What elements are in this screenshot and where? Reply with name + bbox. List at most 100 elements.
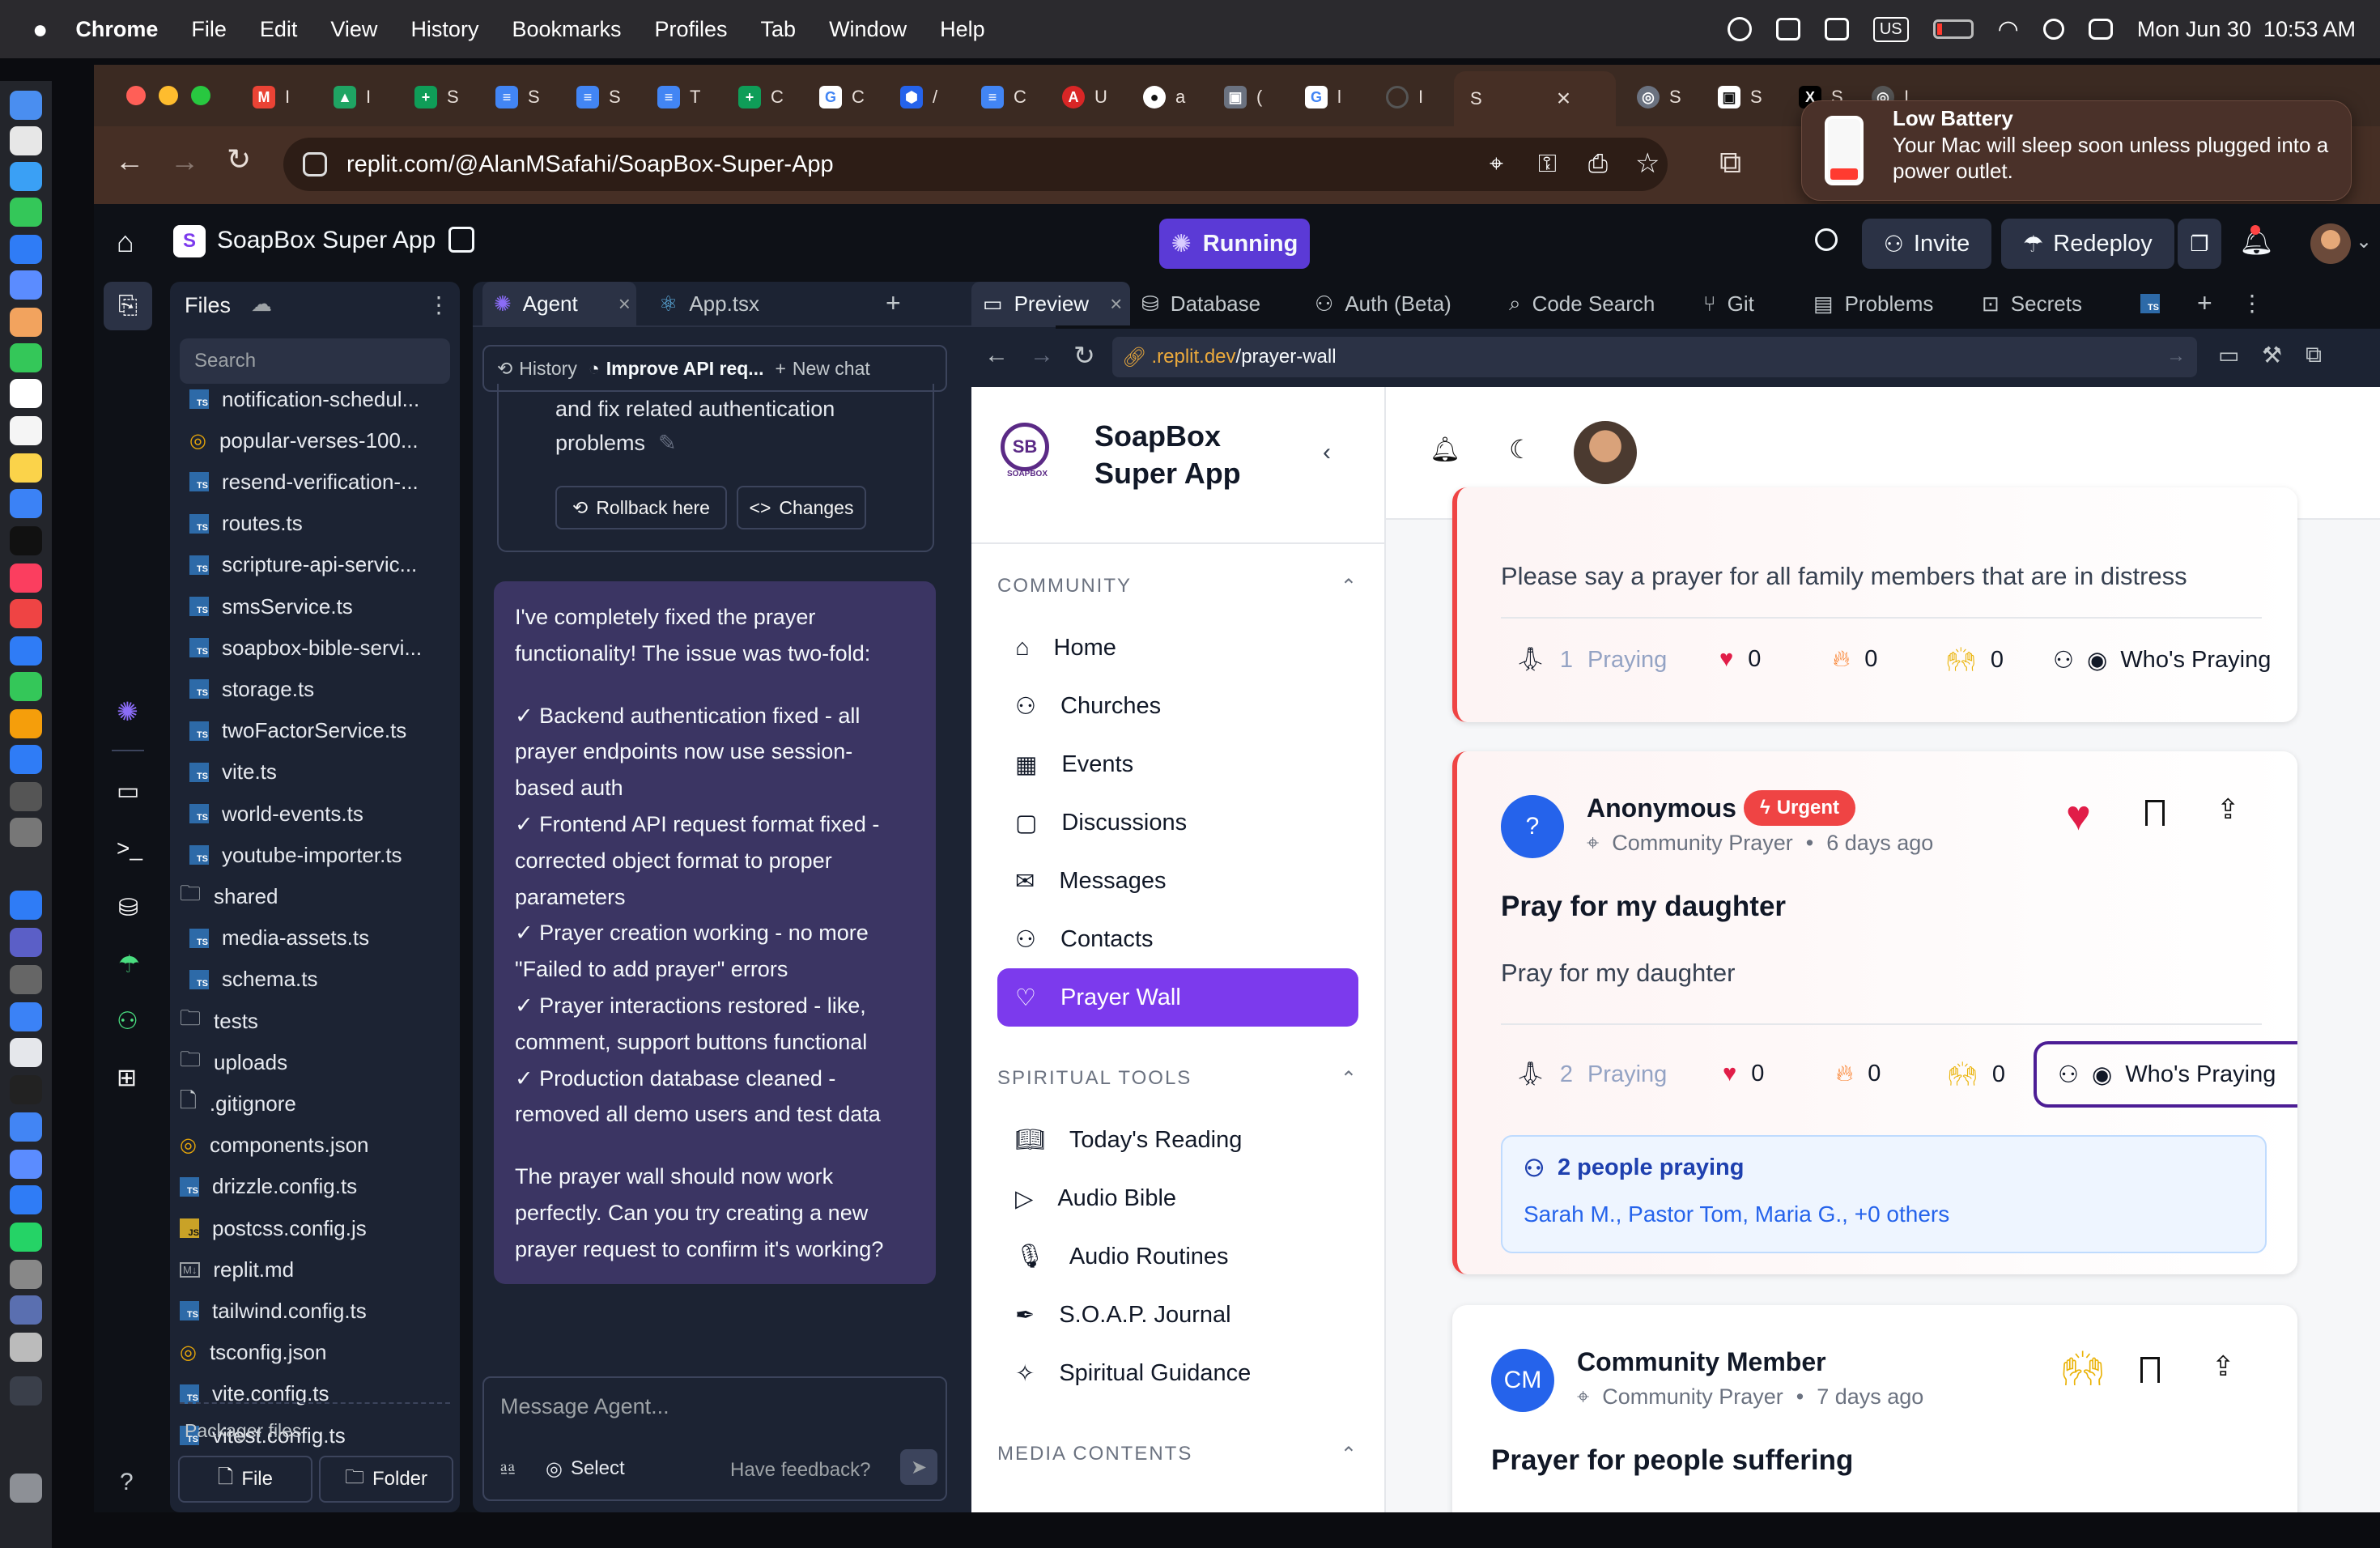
preview-reload-icon[interactable]: ↻ [1073, 340, 1095, 371]
dock-app-icon[interactable] [10, 453, 42, 483]
window-close-button[interactable] [126, 86, 146, 105]
dark-mode-icon[interactable]: ☾ [1509, 434, 1532, 465]
dock-app-icon[interactable] [10, 162, 42, 191]
input-source-indicator[interactable]: US [1872, 16, 1909, 42]
packager-files-label[interactable]: Packager files [185, 1420, 301, 1442]
browser-tab[interactable]: + C [738, 78, 784, 117]
agent-tool-icon[interactable]: ✺ [117, 696, 138, 727]
file-item[interactable]: TS notification-schedul... [180, 381, 419, 418]
dock-app-icon[interactable] [10, 965, 42, 994]
reload-icon[interactable]: ↻ [227, 142, 251, 176]
file-item[interactable]: TS world-events.ts [180, 795, 363, 832]
file-item[interactable]: TS storage.ts [180, 670, 314, 708]
dock-app-icon[interactable] [10, 599, 42, 628]
menu-file[interactable]: File [191, 17, 227, 42]
file-item[interactable]: TS tailwind.config.ts [180, 1292, 367, 1329]
browser-tab[interactable]: + S [414, 78, 459, 117]
select-element-button[interactable]: ◎ Select [546, 1457, 625, 1481]
dock-app-icon[interactable] [10, 308, 42, 337]
status-icon[interactable] [1824, 18, 1849, 40]
file-item[interactable]: TS twoFactorService.ts [180, 712, 406, 750]
file-item[interactable]: TS media-assets.ts [180, 920, 369, 957]
heart-reaction-button[interactable]: ♥ 0 [1719, 646, 1761, 673]
rollback-button[interactable]: ⟲ Rollback here [555, 486, 727, 529]
url-text[interactable]: replit.com/@AlanMSafahi/SoapBox-Super-Ap… [346, 151, 834, 178]
files-tool-icon[interactable]: ⎘ [104, 282, 152, 330]
message-agent-input[interactable]: Message Agent... [500, 1394, 669, 1419]
deploy-options-button[interactable]: ❐ [2178, 219, 2221, 269]
tab-app-tsx[interactable]: ⚛ App.tsx [649, 282, 759, 325]
nav-events[interactable]: ▦ Events [997, 735, 1358, 793]
nav-audio-bible[interactable]: ▷ Audio Bible [997, 1169, 1358, 1227]
dock-app-icon[interactable] [10, 1002, 42, 1031]
dock-app-icon[interactable] [10, 1333, 42, 1362]
dock-app-icon[interactable] [10, 1038, 42, 1067]
profile-avatar[interactable] [1574, 421, 1637, 484]
help-icon[interactable]: ? [120, 1469, 134, 1496]
dock-app-icon[interactable] [10, 1295, 42, 1325]
nav-home[interactable]: ⌂ Home [997, 619, 1358, 677]
dock-app-icon[interactable] [10, 672, 42, 701]
menu-view[interactable]: View [330, 17, 377, 42]
fire-reaction-button[interactable]: 🔥︎ 0 [1833, 646, 1877, 673]
collapse-sidebar-icon[interactable]: ‹ [1323, 439, 1331, 466]
trash-icon[interactable] [10, 1474, 42, 1503]
folder-item[interactable]: 🗀︎ shared [180, 878, 278, 915]
file-item[interactable]: 🗋︎ .gitignore [180, 1085, 296, 1122]
dock-app-icon[interactable] [10, 416, 42, 445]
file-item[interactable]: TS vite.config.ts [180, 1376, 329, 1413]
share-icon[interactable]: ⇪ [2216, 793, 2240, 826]
edit-icon[interactable]: ✎ [658, 431, 677, 456]
shell-tool-icon[interactable]: >_ [117, 836, 142, 861]
go-arrow-icon[interactable]: → [2166, 345, 2186, 368]
menu-profiles[interactable]: Profiles [655, 17, 728, 42]
nav-todays-reading[interactable]: 📖︎ Today's Reading [997, 1111, 1358, 1169]
dock-app-icon[interactable] [10, 1185, 42, 1214]
browser-tab[interactable]: GC [819, 78, 865, 117]
back-icon[interactable]: ← [115, 144, 144, 178]
menu-edit[interactable]: Edit [260, 17, 298, 42]
forward-icon[interactable]: → [170, 144, 199, 178]
dock-app-icon[interactable] [10, 270, 42, 300]
nav-spiritual-guidance[interactable]: ✧ Spiritual Guidance [997, 1344, 1358, 1402]
tab-preview[interactable]: ▭ Preview × [971, 282, 1130, 325]
close-tab-icon[interactable]: × [1110, 291, 1122, 317]
window-zoom-button[interactable] [191, 86, 210, 105]
spotlight-icon[interactable] [2042, 19, 2064, 40]
battery-icon[interactable] [1932, 19, 1974, 39]
file-search-input[interactable]: Search [180, 338, 450, 384]
praying-button[interactable]: 🙏︎ 2 Praying [1515, 1061, 1667, 1088]
browser-tab[interactable]: ≡ C [981, 78, 1026, 117]
status-icon[interactable] [1727, 17, 1752, 41]
nav-messages[interactable]: ✉ Messages [997, 852, 1358, 910]
dock-app-icon[interactable] [10, 745, 42, 774]
browser-tab[interactable]: ⬢ / [900, 78, 937, 117]
section-community[interactable]: COMMUNITY ⌃ [997, 575, 1358, 598]
send-button[interactable]: ➤ [900, 1449, 937, 1485]
feedback-link[interactable]: Have feedback? [730, 1459, 870, 1482]
tab-problems[interactable]: ▤ Problems [1813, 282, 1933, 325]
dock-app-icon[interactable] [10, 379, 42, 408]
dock-app-icon[interactable] [10, 818, 42, 847]
file-item[interactable]: TS schema.ts [180, 961, 318, 998]
menu-help[interactable]: Help [940, 17, 985, 42]
bookmark-icon[interactable] [2145, 800, 2165, 826]
dock-app-icon[interactable] [10, 1260, 42, 1289]
file-item[interactable]: TS drizzle.config.ts [180, 1168, 357, 1206]
thread-title[interactable]: ◔ Improve API req... [589, 358, 764, 380]
dock-app-icon[interactable] [10, 782, 42, 811]
tab-secrets[interactable]: ⊡ Secrets [1982, 282, 2082, 325]
extensions-icon[interactable]: ⧉ [1719, 146, 1741, 181]
tab-git[interactable]: ⑂ Git [1703, 282, 1754, 325]
heart-reaction-button[interactable]: ♥ 0 [1723, 1061, 1764, 1087]
raised-hands-reaction-button[interactable]: 🙌︎ 0 [1946, 646, 2004, 674]
new-chat-button[interactable]: + New chat [775, 358, 869, 380]
chevron-down-icon[interactable]: ⌄ [2356, 230, 2372, 253]
bookmark-star-icon[interactable]: ☆ [1635, 147, 1660, 180]
dock-app-icon[interactable] [10, 891, 42, 920]
file-item[interactable]: TS smsService.ts [180, 588, 353, 625]
wifi-icon[interactable]: ◠ [1998, 15, 2019, 44]
browser-tab[interactable]: ≡ T [657, 78, 700, 117]
browser-tab[interactable]: MI [253, 78, 290, 117]
devtools-icon[interactable]: ⚒ [2262, 342, 2282, 368]
